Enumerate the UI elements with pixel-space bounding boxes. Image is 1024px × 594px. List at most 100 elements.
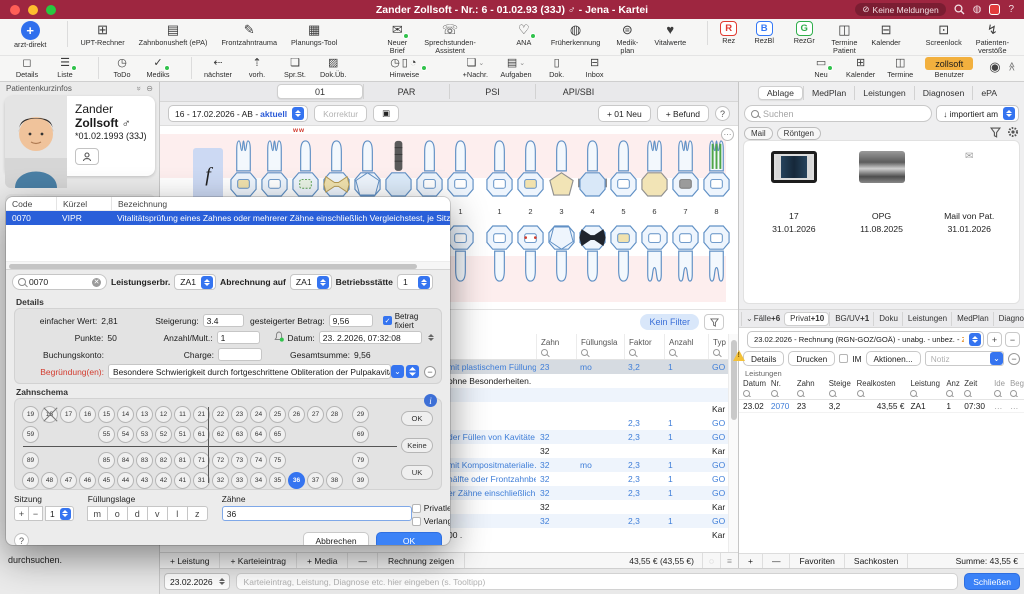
filter-pill[interactable]: Kein Filter: [640, 314, 699, 330]
tooth-select-button[interactable]: [306, 450, 325, 470]
tooth[interactable]: [546, 134, 577, 200]
case-tab[interactable]: BG/UV+1: [829, 312, 873, 326]
tooth-select-button[interactable]: 18: [40, 404, 59, 424]
tooth-select-button[interactable]: 34: [249, 470, 268, 490]
window-controls[interactable]: [10, 5, 56, 15]
tooth-select-button[interactable]: 43: [135, 470, 154, 490]
toolbar-button[interactable]: ♡ ANA: [511, 21, 537, 47]
toolbar-button[interactable]: ❏ +Nachr.: [462, 57, 488, 79]
tooth[interactable]: [321, 134, 352, 200]
toolbar-button[interactable]: ⊟ Kalender: [871, 21, 900, 47]
tooth-select-button[interactable]: 74: [249, 450, 268, 470]
clear-icon[interactable]: ✕: [92, 278, 101, 287]
column-search-icon[interactable]: [857, 390, 864, 397]
tooth-select-button[interactable]: [78, 424, 97, 444]
toolbar-button[interactable]: ↯ Patienten- verstöße: [976, 21, 1009, 55]
aktionen-button[interactable]: Aktionen...: [866, 351, 921, 366]
remove-leistung-button[interactable]: —: [763, 554, 791, 568]
tooth-select-button[interactable]: 75: [268, 450, 287, 470]
fuellungslage-option[interactable]: l: [167, 506, 188, 521]
tooth-select-button[interactable]: 53: [135, 424, 154, 444]
befund-tab[interactable]: 01: [277, 84, 363, 99]
toolbar-button[interactable]: ⊟ Inbox: [582, 57, 608, 79]
toolbar-button[interactable]: G RezGr: [791, 21, 817, 45]
ok-button[interactable]: OK: [376, 532, 442, 545]
tooth-select-button[interactable]: 29: [351, 404, 370, 424]
close-window-icon[interactable]: [10, 5, 20, 15]
tooth-select-button[interactable]: 65: [268, 424, 287, 444]
list-view-icon[interactable]: ≡: [720, 553, 738, 568]
tooth-select-button[interactable]: 42: [154, 470, 173, 490]
tooth-select-button[interactable]: [40, 450, 59, 470]
fuellungslage-option[interactable]: d: [127, 506, 148, 521]
schliessen-button[interactable]: Schließen: [964, 573, 1020, 590]
bezeichnung-column-header[interactable]: Bezeichnung: [111, 197, 450, 210]
tooth-select-button[interactable]: 35: [268, 470, 287, 490]
tooth-select-button[interactable]: 47: [59, 470, 78, 490]
tooth[interactable]: [546, 222, 577, 288]
tooth-select-button[interactable]: 51: [173, 424, 192, 444]
tooth[interactable]: [228, 134, 259, 200]
tooth-select-button[interactable]: 25: [268, 404, 287, 424]
remove-invoice-button[interactable]: −: [1005, 332, 1020, 347]
tooth-select-button[interactable]: 37: [306, 470, 325, 490]
help-button[interactable]: ?: [715, 106, 730, 121]
vertical-scrollbar[interactable]: [728, 334, 738, 552]
funnel-icon[interactable]: [704, 314, 724, 330]
tooth[interactable]: [484, 134, 515, 200]
search-icon[interactable]: [954, 4, 965, 15]
fuellungslage-option[interactable]: o: [107, 506, 128, 521]
add-karteieintrag-tab[interactable]: + Karteieintrag: [220, 553, 297, 568]
tooth-select-button[interactable]: 49: [21, 470, 40, 490]
tooth-select-button[interactable]: 55: [97, 424, 116, 444]
archive-button[interactable]: ▣: [373, 105, 399, 122]
tooth-select-button[interactable]: 38: [325, 470, 344, 490]
tooth-select-button[interactable]: 17: [59, 404, 78, 424]
funnel-icon[interactable]: [990, 127, 1001, 140]
notifications-pill[interactable]: ⊘Keine Meldungen: [855, 3, 945, 16]
tooth[interactable]: [577, 222, 608, 288]
case-tab[interactable]: Leistungen: [902, 312, 951, 326]
toolbar-button[interactable]: ◍ Früherkennung: [551, 21, 601, 47]
toolbar-button[interactable]: ▨ Dok.Üb.: [320, 57, 346, 79]
tooth-select-button[interactable]: 89: [21, 450, 40, 470]
leistung-row[interactable]: 23.02 2070 23 3,2 43,55 € ZA1 1 07:30 … …: [739, 400, 1024, 413]
ablage-tab[interactable]: Ablage: [758, 86, 803, 100]
case-tab[interactable]: ⌄Fälle+6: [741, 312, 784, 326]
anzahl-input[interactable]: 1: [217, 331, 261, 344]
stepper-icon[interactable]: [426, 331, 436, 344]
sort-select[interactable]: ↓ importiert am: [936, 105, 1019, 122]
minus-icon[interactable]: −: [424, 366, 436, 378]
tooth[interactable]: [352, 134, 383, 200]
ablage-tab[interactable]: ePA: [972, 86, 1005, 100]
steigerung-input[interactable]: 3.4: [203, 314, 244, 327]
toolbar-button[interactable]: ▤ Zahnbonusheft (ePA): [139, 21, 208, 47]
toolbar-button[interactable]: ☰ Liste: [52, 57, 78, 79]
kuerzel-column-header[interactable]: Kürzel: [56, 197, 111, 210]
filter-mail-pill[interactable]: Mail: [744, 127, 773, 140]
file-thumbnail[interactable]: [771, 151, 817, 183]
filter-roentgen-pill[interactable]: Röntgen: [777, 127, 821, 140]
verlangensleistung-checkbox[interactable]: [412, 517, 421, 526]
tooth-select-button[interactable]: 14: [116, 404, 135, 424]
sitzung-select[interactable]: 1: [45, 506, 74, 521]
abrechnung-select[interactable]: ZA1: [290, 274, 332, 290]
tooth[interactable]: [608, 222, 639, 288]
tooth[interactable]: [639, 222, 670, 288]
fuellungslage-option[interactable]: m: [87, 506, 108, 521]
toolbar-button[interactable]: ❏ Spr.St.: [282, 57, 308, 79]
gear-icon[interactable]: [1007, 126, 1019, 140]
code-search-input[interactable]: 0070 ✕: [12, 274, 107, 290]
tooth-select-button[interactable]: 26: [287, 404, 306, 424]
toolbar-button[interactable]: ⇠ nächster: [191, 57, 232, 79]
chevron-down-icon[interactable]: ⌄: [391, 365, 404, 378]
help-icon[interactable]: ?: [1008, 4, 1014, 15]
befund-tab[interactable]: PAR: [363, 84, 449, 99]
file-item[interactable]: ✉ Mail von Pat. 31.01.2026: [925, 151, 1013, 234]
toolbar-button[interactable]: ◷ ToDo: [98, 57, 133, 79]
korrektur-button[interactable]: Korrektur: [314, 105, 367, 122]
toolbar-button[interactable]: ✉ Neuer Brief: [384, 21, 410, 55]
sachkosten-button[interactable]: Sachkosten: [845, 554, 908, 568]
kartei-entry-input[interactable]: [236, 573, 959, 590]
toolbar-button[interactable]: + arzt-direkt: [14, 21, 46, 49]
